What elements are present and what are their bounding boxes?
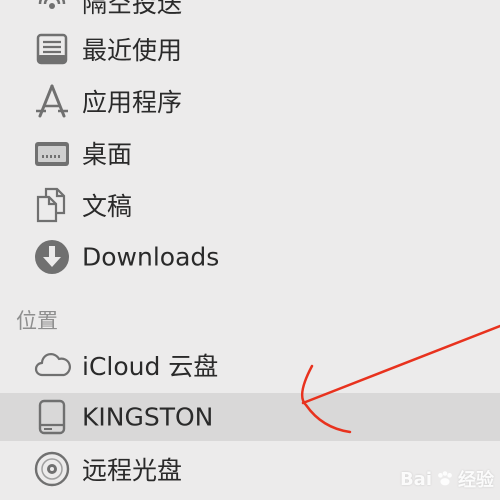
sidebar-item-desktop[interactable]: 桌面: [0, 129, 500, 177]
sidebar-item-label: 文稿: [82, 192, 133, 221]
desktop-icon: [32, 133, 72, 173]
sidebar-item-label: 隔空投送: [82, 0, 183, 18]
recents-icon: [32, 29, 72, 69]
cloud-icon: [32, 345, 72, 385]
airdrop-icon: [32, 0, 72, 22]
locations-section-header: 位置: [16, 309, 58, 333]
sidebar-item-label: KINGSTON: [82, 402, 214, 432]
sidebar-item-documents[interactable]: 文稿: [0, 181, 500, 229]
sidebar-item-label: 远程光盘: [82, 456, 183, 485]
sidebar-item-kingston[interactable]: KINGSTON: [0, 393, 500, 441]
finder-sidebar: 隔空投送 最近使用 应用程序 桌面 文稿 Downloads 位置 iCloud…: [0, 0, 500, 500]
applications-icon: [32, 81, 72, 121]
watermark-text-2: 经验: [458, 470, 494, 491]
watermark-text: Bai: [399, 468, 432, 490]
sidebar-item-airdrop[interactable]: 隔空投送: [0, 0, 500, 26]
sidebar-item-icloud-drive[interactable]: iCloud 云盘: [0, 341, 500, 389]
sidebar-item-applications[interactable]: 应用程序: [0, 77, 500, 125]
sidebar-item-label: Downloads: [82, 242, 220, 272]
drive-icon: [32, 397, 72, 437]
disc-icon: [32, 449, 72, 489]
sidebar-item-label: 桌面: [82, 140, 133, 169]
sidebar-item-downloads[interactable]: Downloads: [0, 233, 500, 281]
sidebar-item-recents[interactable]: 最近使用: [0, 25, 500, 73]
downloads-icon: [32, 237, 72, 277]
sidebar-item-label: 应用程序: [82, 88, 183, 117]
paw-logo-icon: [438, 471, 452, 486]
sidebar-item-label: 最近使用: [82, 36, 183, 65]
sidebar-item-label: iCloud 云盘: [82, 352, 219, 381]
documents-icon: [32, 185, 72, 225]
baidu-watermark: Bai 经验: [400, 466, 494, 492]
